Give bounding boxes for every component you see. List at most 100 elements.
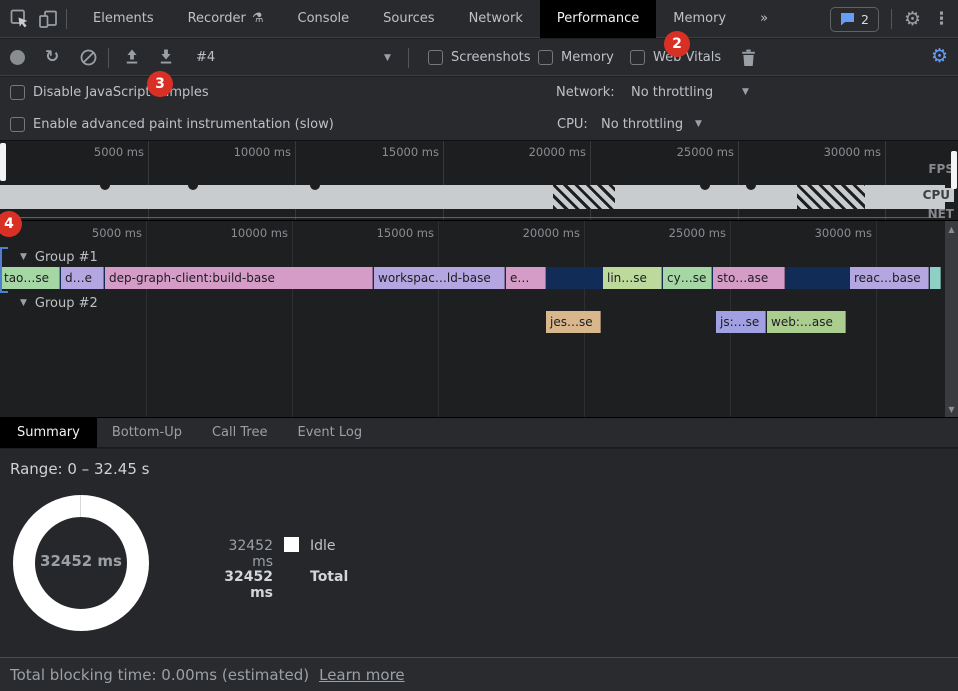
flame-bar[interactable]: workspac…ld-base (374, 267, 505, 289)
flame-bar[interactable]: web:…ase (767, 311, 846, 333)
tab-sources[interactable]: Sources (366, 0, 451, 38)
tab-event-log[interactable]: Event Log (282, 418, 377, 448)
group-header-1[interactable]: ▼Group #1 (20, 247, 98, 267)
inspect-icon[interactable] (10, 9, 30, 29)
settings-gear-icon[interactable]: ⚙ (904, 10, 921, 29)
devtools-window: Elements Recorder⚗ Console Sources Netwo… (0, 0, 958, 691)
cpu-throttle-select[interactable]: No throttling (601, 117, 683, 132)
cpu-throttle-label: CPU: (557, 117, 588, 132)
collapse-triangle-icon: ▼ (20, 298, 27, 308)
network-throttle-select[interactable]: No throttling (631, 85, 713, 100)
cpu-activity-strip (0, 185, 945, 209)
legend-total-value: 32452 ms (205, 569, 273, 601)
device-toolbar-icon[interactable] (38, 9, 58, 29)
tab-bottom-up[interactable]: Bottom-Up (97, 418, 197, 448)
flame-chart[interactable]: 5000 ms10000 ms15000 ms20000 ms25000 ms3… (0, 220, 958, 417)
cpu-throttle-caret-icon[interactable]: ▼ (695, 119, 702, 129)
tabbar-right-controls: 2 ⚙ ⋮ (830, 0, 950, 38)
flame-bar[interactable]: e… (506, 267, 546, 289)
tab-summary[interactable]: Summary (0, 418, 97, 448)
cpu-dip-notch (746, 185, 756, 190)
save-profile-icon[interactable] (158, 49, 174, 65)
load-profile-icon[interactable] (124, 49, 140, 65)
ruler-gridline (292, 221, 293, 417)
trash-icon[interactable] (740, 49, 757, 67)
cpu-dip-notch (310, 185, 320, 190)
flame-bar[interactable]: js:…se (716, 311, 766, 333)
cpu-lane-label: CPU (919, 188, 954, 202)
chat-bubble-icon (840, 12, 855, 26)
scroll-up-icon[interactable]: ▲ (945, 225, 958, 234)
ruler-gridline (885, 141, 886, 221)
donut-seam (80, 495, 81, 517)
ruler-tick-label: 20000 ms (486, 145, 586, 159)
overview-right-handle[interactable] (951, 151, 957, 189)
range-text: Range: 0 – 32.45 s (10, 460, 149, 478)
ruler-tick-label: 30000 ms (781, 145, 881, 159)
ruler-gridline (438, 221, 439, 417)
annotation-badge-3: 3 (147, 71, 173, 97)
flame-bar[interactable]: tao…se (0, 267, 60, 289)
tab-recorder[interactable]: Recorder⚗ (171, 0, 281, 38)
legend-total-label: Total (310, 569, 348, 585)
advanced-paint-checkbox[interactable] (10, 117, 25, 132)
feedback-chat-button[interactable]: 2 (830, 7, 879, 32)
web-vitals-checkbox[interactable] (630, 50, 645, 65)
screenshots-checkbox[interactable] (428, 50, 443, 65)
network-throttle-label: Network: (556, 85, 615, 100)
ruler-gridline (148, 141, 149, 221)
ruler-gridline (738, 141, 739, 221)
summary-panel: Range: 0 – 32.45 s 32452 ms 32452 ms Idl… (0, 449, 958, 657)
ruler-tick-label: 5000 ms (44, 145, 144, 159)
ruler-tick-label: 30000 ms (772, 226, 872, 240)
flame-bar[interactable] (930, 267, 941, 289)
flame-scrollbar[interactable]: ▲ ▼ (945, 221, 958, 417)
donut-total-label: 32452 ms (13, 552, 149, 570)
ruler-gridline (295, 141, 296, 221)
tab-elements[interactable]: Elements (76, 0, 171, 38)
clear-icon[interactable] (80, 49, 97, 66)
network-throttle-caret-icon[interactable]: ▼ (742, 87, 749, 97)
learn-more-link[interactable]: Learn more (319, 666, 405, 684)
flame-bar[interactable]: jes…se (546, 311, 601, 333)
cpu-dip-notch (100, 185, 110, 190)
reload-and-record-icon[interactable]: ↻ (45, 47, 59, 67)
overview-left-handle[interactable] (0, 143, 6, 181)
group-header-2[interactable]: ▼ Group #2 (20, 293, 98, 313)
ruler-tick-label: 25000 ms (626, 226, 726, 240)
chat-count: 2 (861, 12, 869, 27)
ruler-tick-label: 20000 ms (480, 226, 580, 240)
divider (891, 9, 892, 29)
tab-call-tree[interactable]: Call Tree (197, 418, 283, 448)
disable-js-samples-checkbox[interactable] (10, 85, 25, 100)
net-lane-label: NET (928, 207, 954, 221)
selection-bracket (0, 247, 8, 293)
capture-settings-gear-icon[interactable]: ⚙ (931, 47, 948, 66)
flame-bar[interactable]: dep-graph-client:build-base (105, 267, 373, 289)
tab-console[interactable]: Console (281, 0, 367, 38)
scroll-down-icon[interactable]: ▼ (945, 405, 958, 414)
flame-bar[interactable]: sto…ase (713, 267, 785, 289)
more-options-icon[interactable]: ⋮ (933, 9, 950, 29)
history-select[interactable]: #4 (196, 39, 215, 76)
flame-bar[interactable]: lin…se (603, 267, 662, 289)
tab-performance[interactable]: Performance (540, 0, 656, 38)
ruler-gridline (146, 221, 147, 417)
flame-bar[interactable]: cy…se (663, 267, 712, 289)
group-label: Group #1 (35, 250, 98, 265)
capture-settings-pane: Disable JavaScript samples Enable advanc… (0, 77, 958, 140)
legend-idle-value: 32452 ms (205, 538, 273, 570)
more-tabs-chevron[interactable]: » (743, 0, 785, 38)
memory-checkbox[interactable] (538, 50, 553, 65)
flame-bar[interactable]: d…e (61, 267, 104, 289)
history-caret-icon[interactable]: ▼ (384, 53, 391, 63)
performance-toolbar: ↻ #4 ▼ Screenshots Memory Web Vitals ⚙ (0, 39, 958, 76)
timeline-overview[interactable]: 5000 ms10000 ms15000 ms20000 ms25000 ms3… (0, 140, 958, 220)
ruler-gridline (590, 141, 591, 221)
ruler-tick-label: 25000 ms (634, 145, 734, 159)
record-button[interactable] (10, 50, 25, 65)
flame-bar[interactable]: reac…base (850, 267, 929, 289)
group-label: Group #2 (35, 296, 98, 311)
flask-icon: ⚗ (252, 11, 264, 26)
tab-network[interactable]: Network (452, 0, 540, 38)
